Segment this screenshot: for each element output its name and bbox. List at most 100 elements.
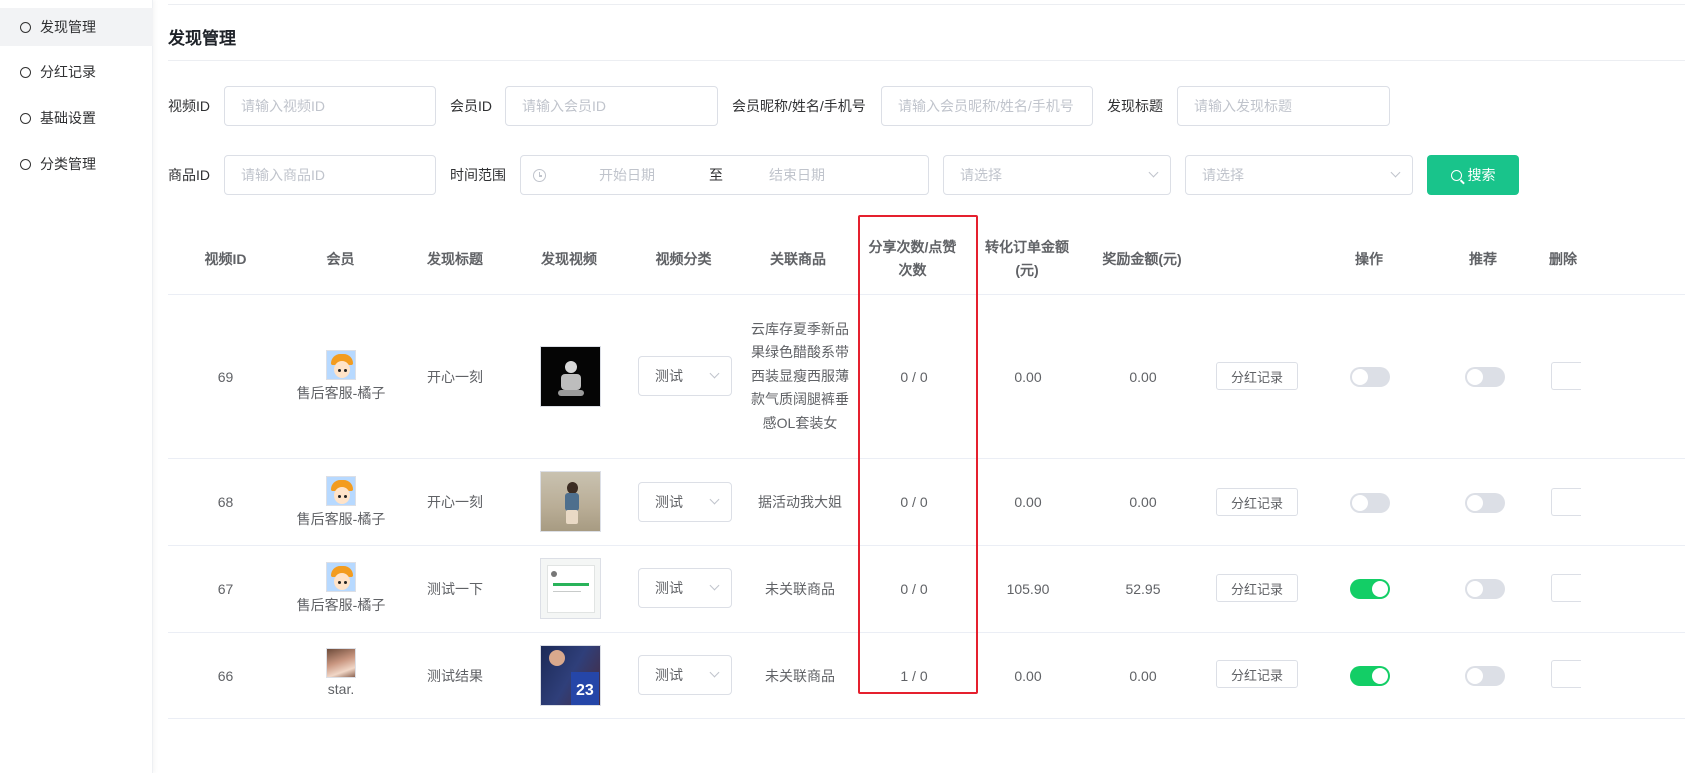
cell-reward: 52.95 bbox=[1125, 581, 1161, 597]
top-divider bbox=[168, 4, 1685, 5]
category-select[interactable]: 测试 bbox=[638, 482, 732, 522]
member-name-input[interactable] bbox=[881, 86, 1093, 126]
thumbnail-jersey-number: 23 bbox=[576, 682, 594, 699]
sidebar-item-label: 分红记录 bbox=[40, 64, 96, 80]
chevron-down-icon bbox=[1390, 167, 1401, 178]
end-date-input[interactable]: 结束日期 bbox=[769, 156, 825, 194]
cell-title: 开心一刻 bbox=[427, 368, 483, 385]
cell-order-amount: 0.00 bbox=[1014, 368, 1042, 385]
sidebar-item-dividend[interactable]: 分红记录 bbox=[0, 53, 153, 91]
operation-switch[interactable] bbox=[1350, 666, 1390, 686]
cell-reward: 0.00 bbox=[1129, 368, 1157, 385]
video-thumbnail[interactable] bbox=[540, 558, 601, 619]
cell-member: 售后客服-橘子 bbox=[261, 350, 421, 403]
category-select[interactable]: 测试 bbox=[638, 568, 732, 608]
operation-switch[interactable] bbox=[1350, 579, 1390, 599]
member-id-input[interactable] bbox=[505, 86, 718, 126]
operation-switch[interactable] bbox=[1350, 367, 1390, 387]
cell-reward: 0.00 bbox=[1129, 668, 1157, 684]
sidebar-item-label: 发现管理 bbox=[40, 19, 96, 35]
category-select[interactable]: 测试 bbox=[638, 356, 732, 396]
cell-product: 未关联商品 bbox=[765, 668, 835, 684]
sidebar-item-category[interactable]: 分类管理 bbox=[0, 145, 153, 183]
member-name: 售后客服-橘子 bbox=[296, 597, 386, 613]
filter-select-2[interactable]: 请选择 bbox=[1185, 155, 1413, 195]
product-id-label: 商品ID bbox=[168, 167, 210, 183]
search-button-label: 搜索 bbox=[1467, 167, 1496, 183]
video-thumbnail[interactable] bbox=[540, 471, 601, 532]
th-reward: 奖励金额(元) bbox=[1102, 250, 1182, 267]
filter-select-1[interactable]: 请选择 bbox=[943, 155, 1171, 195]
date-range-picker[interactable]: 开始日期 至 结束日期 bbox=[520, 155, 929, 195]
circle-icon bbox=[20, 21, 31, 33]
avatar bbox=[326, 562, 356, 592]
chevron-down-icon bbox=[709, 494, 720, 505]
page-title: 发现管理 bbox=[168, 29, 236, 48]
avatar bbox=[326, 350, 356, 380]
select-placeholder: 请选择 bbox=[1202, 167, 1244, 183]
dividend-record-button[interactable]: 分红记录 bbox=[1216, 660, 1298, 688]
video-thumbnail[interactable]: 23 bbox=[540, 645, 601, 706]
operation-switch[interactable] bbox=[1350, 493, 1390, 513]
member-name: 售后客服-橘子 bbox=[296, 511, 386, 527]
cell-reward: 0.00 bbox=[1129, 494, 1157, 510]
th-order-amount: 转化订单金额(元) bbox=[985, 239, 1069, 278]
th-delete: 删除 bbox=[1549, 250, 1577, 267]
recommend-switch[interactable] bbox=[1465, 493, 1505, 513]
category-value: 测试 bbox=[655, 667, 683, 683]
avatar bbox=[326, 476, 356, 506]
th-title: 发现标题 bbox=[427, 250, 483, 267]
th-product: 关联商品 bbox=[770, 250, 826, 267]
cell-order-amount: 0.00 bbox=[1014, 494, 1042, 510]
video-thumbnail[interactable] bbox=[540, 346, 601, 407]
th-share-like: 分享次数/点赞次数 bbox=[868, 239, 957, 278]
cell-product: 未关联商品 bbox=[765, 581, 835, 597]
cell-product: 据活动我大姐 bbox=[758, 494, 842, 510]
cell-title: 测试一下 bbox=[427, 581, 483, 597]
title-input[interactable] bbox=[1177, 86, 1390, 126]
cell-share-like: 0 / 0 bbox=[900, 581, 928, 597]
delete-button[interactable] bbox=[1551, 488, 1581, 516]
chevron-down-icon bbox=[1148, 167, 1159, 178]
start-date-input[interactable]: 开始日期 bbox=[599, 156, 655, 194]
recommend-switch[interactable] bbox=[1465, 367, 1505, 387]
sidebar: 发现管理 分红记录 基础设置 分类管理 bbox=[0, 0, 153, 773]
dividend-record-button[interactable]: 分红记录 bbox=[1216, 574, 1298, 602]
chevron-down-icon bbox=[709, 580, 720, 591]
member-name: star. bbox=[327, 681, 355, 697]
video-id-label: 视频ID bbox=[168, 98, 210, 114]
recommend-switch[interactable] bbox=[1465, 579, 1505, 599]
member-name: 售后客服-橘子 bbox=[296, 385, 386, 401]
delete-button[interactable] bbox=[1551, 362, 1581, 390]
dividend-record-button[interactable]: 分红记录 bbox=[1216, 488, 1298, 516]
sidebar-item-settings[interactable]: 基础设置 bbox=[0, 99, 153, 137]
th-member: 会员 bbox=[326, 250, 355, 267]
product-id-input[interactable] bbox=[224, 155, 436, 195]
date-separator: 至 bbox=[709, 167, 723, 183]
cell-title: 开心一刻 bbox=[427, 494, 483, 510]
select-placeholder: 请选择 bbox=[960, 167, 1002, 183]
row-divider bbox=[168, 718, 1685, 719]
recommend-switch[interactable] bbox=[1465, 666, 1505, 686]
chevron-down-icon bbox=[709, 667, 720, 678]
circle-icon bbox=[20, 112, 31, 124]
cell-share-like: 1 / 0 bbox=[900, 668, 928, 684]
cell-share-like: 0 / 0 bbox=[900, 368, 928, 385]
sidebar-item-discovery[interactable]: 发现管理 bbox=[0, 8, 153, 46]
th-operation: 操作 bbox=[1355, 250, 1383, 267]
cell-title: 测试结果 bbox=[427, 668, 483, 684]
video-id-input[interactable] bbox=[224, 86, 436, 126]
th-video-id: 视频ID bbox=[204, 250, 247, 267]
cell-product: 云库存夏季新品果绿色醋酸系带西装显瘦西服薄款气质阔腿裤垂感OL套装女 bbox=[751, 320, 849, 431]
time-range-label: 时间范围 bbox=[450, 167, 506, 183]
delete-button[interactable] bbox=[1551, 574, 1581, 602]
category-select[interactable]: 测试 bbox=[638, 655, 732, 695]
search-button[interactable]: 搜索 bbox=[1427, 155, 1519, 195]
delete-button[interactable] bbox=[1551, 660, 1581, 688]
dividend-record-button[interactable]: 分红记录 bbox=[1216, 362, 1298, 390]
th-video: 发现视频 bbox=[541, 250, 597, 267]
chevron-down-icon bbox=[709, 368, 720, 379]
cell-member: star. bbox=[261, 648, 421, 697]
circle-icon bbox=[20, 158, 31, 170]
th-category: 视频分类 bbox=[655, 250, 712, 267]
